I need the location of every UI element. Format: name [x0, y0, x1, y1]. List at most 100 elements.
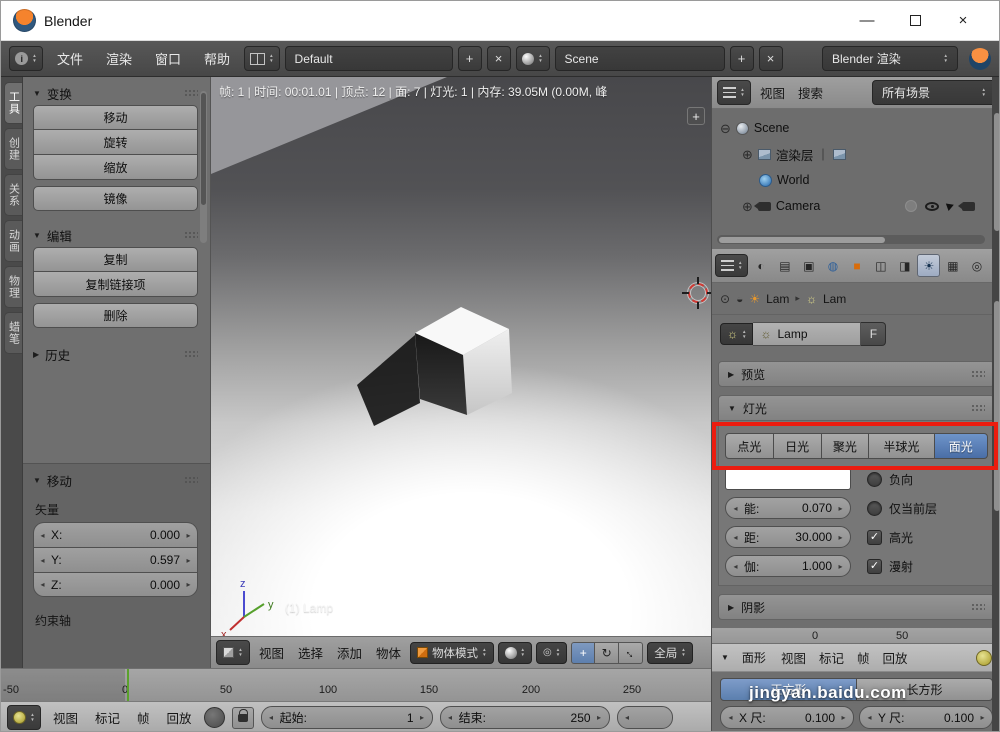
increment-icon[interactable]: ▸ — [417, 713, 428, 722]
move-x-field[interactable]: ◂ X: 0.000 ▸ — [33, 522, 198, 547]
tab-object[interactable]: ■ — [845, 254, 868, 277]
increment-icon[interactable]: ▸ — [977, 713, 988, 722]
tab-physics[interactable]: ◎ — [965, 254, 988, 277]
menu-file[interactable]: 文件 — [48, 49, 92, 68]
scene-name-field[interactable]: Scene — [555, 46, 725, 71]
timeline-menu-view[interactable]: 视图 — [48, 708, 83, 727]
move-z-field[interactable]: ◂ Z: 0.000 ▸ — [33, 572, 198, 597]
timeline-menu-playback[interactable]: 回放 — [162, 708, 197, 727]
expand-icon[interactable]: ⊕ — [742, 148, 753, 161]
toolshelf-tab-create[interactable]: 创建 — [4, 128, 22, 170]
viewport-menu-select[interactable]: 选择 — [293, 643, 328, 662]
end-frame-field[interactable]: ◂ 结束: 250 ▸ — [440, 706, 610, 729]
scrollbar-thumb[interactable] — [719, 237, 885, 243]
tab-constraints[interactable]: ◫ — [869, 254, 892, 277]
pin-icon[interactable]: ⊙ — [720, 292, 730, 306]
expand-icon[interactable]: ⊕ — [742, 200, 753, 213]
decrement-icon[interactable]: ◂ — [37, 580, 48, 589]
visibility-eye-icon[interactable] — [925, 202, 939, 211]
properties-region-expand-button[interactable]: + — [687, 107, 705, 125]
move-button[interactable]: 移动 — [33, 105, 198, 130]
tab-render[interactable]: ◐ — [749, 254, 772, 277]
delete-button[interactable]: 删除 — [33, 303, 198, 328]
panel-header-shadow[interactable]: ▶ 阴影 — [718, 594, 995, 620]
lamp-type-spot-button[interactable]: 聚光 — [822, 433, 870, 459]
decrement-icon[interactable]: ◂ — [37, 556, 48, 565]
close-button[interactable]: × — [939, 4, 987, 38]
panel-header-preview[interactable]: ▶ 预览 — [718, 361, 995, 387]
outliner-menu-search[interactable]: 搜索 — [794, 83, 827, 102]
editor-type-info-button[interactable]: i ▲▼ — [9, 46, 43, 71]
manipulator-translate-toggle[interactable]: + — [571, 642, 595, 664]
size-x-field[interactable]: ◂ X 尺: 0.100 ▸ — [720, 706, 854, 729]
outliner-item-world[interactable]: World — [712, 167, 1000, 193]
increment-icon[interactable]: ▸ — [594, 713, 605, 722]
screen-layout-name-field[interactable]: Default — [285, 46, 453, 71]
panel-header-transform[interactable]: ▼ 变换 — [33, 81, 198, 105]
outliner-item-scene[interactable]: ⊖ Scene — [712, 115, 1000, 141]
fake-user-button[interactable]: F — [861, 322, 886, 346]
decrement-icon[interactable]: ◂ — [730, 504, 741, 513]
menu-render[interactable]: 渲染 — [97, 49, 141, 68]
duplicate-button[interactable]: 复制 — [33, 247, 198, 272]
this-layer-only-toggle[interactable] — [867, 501, 882, 516]
clock-icon[interactable] — [976, 650, 992, 666]
scale-button[interactable]: 缩放 — [33, 155, 198, 180]
timeline-menu-frame[interactable]: 帧 — [132, 708, 155, 727]
increment-icon[interactable]: ▸ — [838, 713, 849, 722]
outliner-item-camera[interactable]: ⊕ Camera — [712, 193, 1000, 219]
editor-type-outliner-button[interactable]: ▲▼ — [717, 80, 751, 105]
increment-icon[interactable]: ▸ — [835, 504, 846, 513]
context-browse-icon[interactable]: ◒ — [736, 292, 743, 306]
interaction-mode-select[interactable]: 物体模式 ▲▼ — [410, 642, 493, 664]
playback-sync-button[interactable] — [204, 707, 225, 728]
scene-delete-button[interactable]: × — [759, 46, 783, 71]
decrement-icon[interactable]: ◂ — [864, 713, 875, 722]
render-engine-select[interactable]: Blender 渲染 ▲▼ — [822, 46, 958, 71]
lamp-type-area-button[interactable]: 面光 — [935, 433, 988, 459]
screen-layout-browse-button[interactable]: ▲▼ — [244, 46, 279, 71]
tab-modifiers[interactable]: ◨ — [893, 254, 916, 277]
lamp-browse-button[interactable]: ☼ ▲▼ — [720, 323, 753, 345]
lamp-color-swatch[interactable] — [725, 468, 851, 490]
transform-orientation-select[interactable]: 全局 ▲▼ — [647, 642, 692, 664]
collapse-icon[interactable]: ⊖ — [720, 122, 731, 135]
viewport-menu-add[interactable]: 添加 — [332, 643, 367, 662]
timeline-ruler[interactable]: -50 0 50 100 150 200 250 — [1, 668, 711, 701]
menu-window[interactable]: 窗口 — [146, 49, 190, 68]
breadcrumb-data[interactable]: Lam — [823, 292, 846, 306]
maximize-button[interactable] — [891, 4, 939, 38]
decrement-icon[interactable]: ◂ — [730, 533, 741, 542]
scene-browse-button[interactable]: ▲▼ — [516, 46, 550, 71]
specular-checkbox[interactable]: ✓ — [867, 530, 882, 545]
outliner-menu-view[interactable]: 视图 — [756, 83, 789, 102]
editor-type-properties-button[interactable]: ▲▼ — [715, 254, 748, 277]
tab-world[interactable]: ◍ — [821, 254, 844, 277]
mirror-button[interactable]: 镜像 — [33, 186, 198, 211]
toolshelf-tab-grease-pencil[interactable]: 蜡笔 — [4, 312, 22, 354]
increment-icon[interactable]: ▸ — [835, 533, 846, 542]
outliner-vertical-scrollbar[interactable] — [994, 113, 1000, 231]
decrement-icon[interactable]: ◂ — [445, 713, 456, 722]
menu-help[interactable]: 帮助 — [195, 49, 239, 68]
diffuse-checkbox[interactable]: ✓ — [867, 559, 882, 574]
panel-header-lamp[interactable]: ▼ 灯光 — [718, 395, 995, 421]
current-frame-field-partial[interactable]: ◂ — [617, 706, 673, 729]
toolshelf-scrollbar[interactable] — [200, 91, 207, 243]
decrement-icon[interactable]: ◂ — [266, 713, 277, 722]
scene-add-button[interactable]: + — [730, 46, 754, 71]
viewport-3d[interactable]: z y x 帧: 1 | 时间: 00:01.01 | 顶点: 12 | 面: … — [211, 77, 711, 636]
increment-icon[interactable]: ▸ — [183, 531, 194, 540]
panel-header-history[interactable]: ▶ 历史 — [33, 342, 198, 366]
panel-header-move-operator[interactable]: ▼ 移动 — [33, 468, 198, 492]
duplicate-linked-button[interactable]: 复制链接项 — [33, 272, 198, 297]
outliner-horizontal-scrollbar[interactable] — [717, 235, 985, 244]
manipulator-rotate-toggle[interactable]: ↻ — [595, 642, 619, 664]
increment-icon[interactable]: ▸ — [183, 580, 194, 589]
renderable-camera-icon[interactable] — [962, 202, 975, 211]
properties-vertical-scrollbar[interactable] — [994, 301, 1000, 511]
current-frame-indicator[interactable] — [127, 669, 129, 701]
start-frame-field[interactable]: ◂ 起始: 1 ▸ — [261, 706, 433, 729]
decrement-icon[interactable]: ◂ — [622, 713, 633, 722]
toolshelf-tab-relations[interactable]: 关系 — [4, 174, 22, 216]
